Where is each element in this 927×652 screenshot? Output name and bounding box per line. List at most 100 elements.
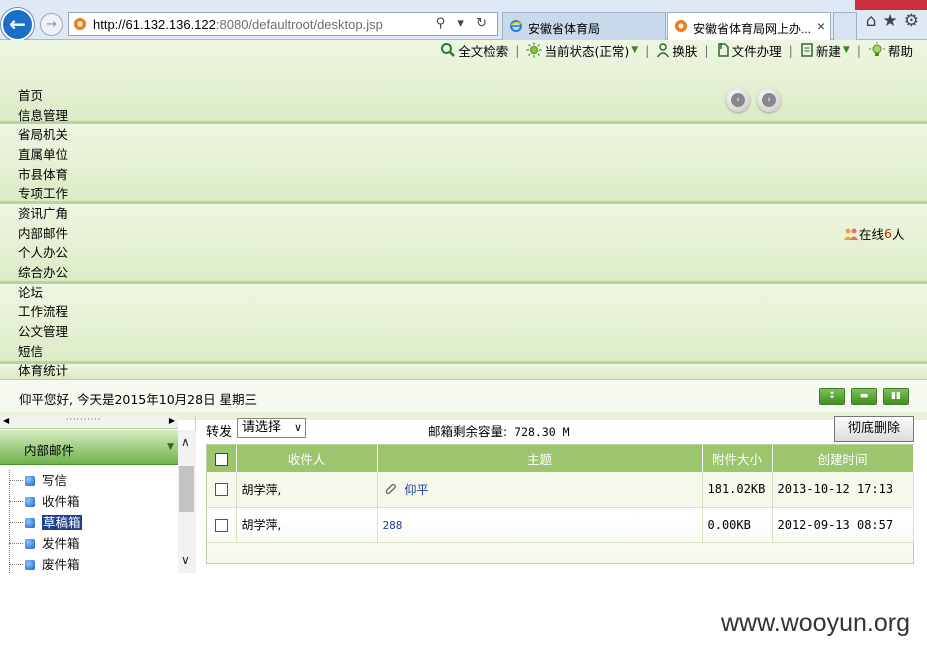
url-text[interactable]: http://61.132.136.122:8080/defaultroot/d… bbox=[93, 17, 383, 32]
created-cell: 2012-09-13 08:57 bbox=[772, 507, 914, 543]
left-tree-panel: ◀ ·········· ▶ 内部邮件 ▼ 写信 收件箱 草稿箱 发件箱 废件箱… bbox=[0, 415, 196, 573]
size-cell: 0.00KB bbox=[702, 507, 773, 543]
tree-item-sent[interactable]: 发件箱 bbox=[9, 533, 179, 554]
tab-close-icon[interactable]: × bbox=[817, 18, 825, 34]
next-slide-button[interactable]: › bbox=[757, 88, 781, 112]
tree-item-trash[interactable]: 废件箱 bbox=[9, 554, 179, 575]
mail-list: 收件人 主题 附件大小 创建时间 胡学萍, 仰平 181.02KB 2013-1… bbox=[206, 444, 914, 564]
folder-bullet-icon bbox=[25, 518, 35, 528]
nav-item-city-county-sports[interactable]: 市县体育 bbox=[18, 165, 138, 185]
module-header-internal-mail[interactable]: 内部邮件 ▼ bbox=[0, 430, 178, 465]
ie-logo-icon bbox=[510, 20, 523, 32]
browser-tab-2-active[interactable]: 安徽省体育局网上办... × bbox=[667, 12, 831, 40]
row-checkbox[interactable] bbox=[214, 483, 228, 497]
site-favicon-icon bbox=[74, 18, 86, 30]
nav-item-provincial-bureau[interactable]: 省局机关 bbox=[18, 125, 138, 145]
url-path: :8080/defaultroot/desktop.jsp bbox=[215, 17, 383, 32]
nav-item-forum[interactable]: 论坛 bbox=[18, 283, 138, 303]
forward-label: 转发 bbox=[206, 425, 233, 440]
main-nav-menu: 首页 信息管理 省局机关 直属单位 市县体育 专项工作 资讯广角 内部邮件 个人… bbox=[18, 86, 138, 381]
change-skin-link[interactable]: 换肤 bbox=[656, 41, 697, 60]
column-header-subject[interactable]: 主题 bbox=[377, 445, 703, 472]
folder-bullet-icon bbox=[25, 539, 35, 549]
chevron-down-icon: ▼ bbox=[167, 442, 174, 452]
select-all-checkbox[interactable] bbox=[214, 453, 228, 466]
collapse-left-icon[interactable]: ◀ bbox=[3, 416, 9, 425]
forward-button[interactable]: → bbox=[40, 13, 63, 36]
column-header-attachment-size[interactable]: 附件大小 bbox=[702, 445, 773, 472]
panel-maximize-button[interactable]: ▬ bbox=[851, 388, 877, 405]
new-item-dropdown[interactable]: 新建 ▼ bbox=[800, 41, 850, 60]
home-favorites-settings-icons[interactable]: ⌂★⚙ bbox=[866, 11, 925, 31]
top-toolbar: 全文检索 | 当前状态(正常) ▼ | 换肤 | 文件办理 | 新建 ▼ | 帮… bbox=[440, 40, 913, 60]
nav-band-4 bbox=[0, 284, 927, 364]
toolbar-label: 全文检索 bbox=[458, 43, 509, 59]
nav-item-workflow[interactable]: 工作流程 bbox=[18, 302, 138, 322]
nav-item-sports-statistics[interactable]: 体育统计 bbox=[18, 361, 138, 381]
online-users[interactable]: 在线 6 人 bbox=[843, 224, 904, 243]
back-button[interactable]: ← bbox=[1, 8, 34, 41]
forward-select[interactable]: 请选择 ∨ bbox=[237, 418, 306, 438]
tree-scrollbar[interactable]: ∧ ∨ bbox=[178, 430, 196, 573]
fulltext-search-link[interactable]: 全文检索 bbox=[440, 41, 508, 60]
row-select-cell bbox=[207, 507, 237, 543]
size-cell: 181.02KB bbox=[702, 472, 773, 508]
back-arrow-icon: ← bbox=[9, 12, 26, 36]
subject-link[interactable]: 仰平 bbox=[405, 483, 429, 497]
online-prefix: 在线 bbox=[859, 227, 885, 242]
nav-item-info-management[interactable]: 信息管理 bbox=[18, 106, 138, 126]
forward-arrow-icon: → bbox=[46, 17, 57, 32]
tree-item-drafts[interactable]: 草稿箱 bbox=[9, 512, 179, 533]
nav-band-3 bbox=[0, 204, 927, 284]
folder-bullet-icon bbox=[25, 560, 35, 570]
scroll-up-icon[interactable]: ∧ bbox=[181, 435, 190, 449]
nav-item-general-office[interactable]: 综合办公 bbox=[18, 263, 138, 283]
current-status-dropdown[interactable]: 当前状态(正常) ▼ bbox=[526, 41, 638, 60]
collapse-right-icon[interactable]: ▶ bbox=[169, 416, 175, 425]
recipient-cell: 胡学萍, bbox=[236, 472, 378, 508]
titlebar-strip bbox=[855, 0, 927, 10]
panel-toggle-button[interactable]: ↕ bbox=[819, 388, 845, 405]
capacity-value: 728.30 M bbox=[514, 425, 570, 439]
folder-bullet-icon bbox=[25, 497, 35, 507]
scroll-down-icon[interactable]: ∨ bbox=[181, 553, 190, 567]
nav-item-affiliated-units[interactable]: 直属单位 bbox=[18, 145, 138, 165]
row-select-cell bbox=[207, 472, 237, 508]
toolbar-separator: | bbox=[704, 42, 709, 58]
prev-slide-button[interactable]: ‹ bbox=[726, 88, 750, 112]
nav-item-document-management[interactable]: 公文管理 bbox=[18, 322, 138, 342]
nav-item-news[interactable]: 资讯广角 bbox=[18, 204, 138, 224]
table-row[interactable]: 胡学萍, 仰平 181.02KB 2013-10-12 17:13 bbox=[207, 472, 914, 508]
nav-item-home[interactable]: 首页 bbox=[18, 86, 138, 106]
nav-item-special-work[interactable]: 专项工作 bbox=[18, 184, 138, 204]
drag-handle[interactable]: ·········· bbox=[66, 415, 101, 424]
tree-item-inbox[interactable]: 收件箱 bbox=[9, 491, 179, 512]
address-bar[interactable]: http://61.132.136.122:8080/defaultroot/d… bbox=[68, 12, 498, 36]
select-all-cell bbox=[207, 445, 237, 472]
scroll-thumb[interactable] bbox=[179, 466, 194, 512]
browser-tab-1[interactable]: 安徽省体育局 bbox=[502, 12, 666, 40]
column-header-recipient[interactable]: 收件人 bbox=[236, 445, 378, 472]
table-row[interactable]: 胡学萍, 288 0.00KB 2012-09-13 08:57 bbox=[207, 507, 914, 543]
new-tab-button[interactable] bbox=[833, 12, 857, 40]
url-host: http://61.132.136.122 bbox=[93, 17, 216, 32]
column-header-created-time[interactable]: 创建时间 bbox=[772, 445, 914, 472]
nav-item-personal-office[interactable]: 个人办公 bbox=[18, 243, 138, 263]
search-refresh-icons[interactable]: ⚲ ▾ ↻ bbox=[436, 16, 491, 31]
nav-band-2 bbox=[0, 124, 927, 204]
chevron-right-icon: › bbox=[762, 93, 776, 107]
help-link[interactable]: 帮助 bbox=[868, 41, 913, 60]
subject-cell: 仰平 bbox=[377, 472, 703, 508]
online-suffix: 人 bbox=[891, 227, 905, 242]
subject-link[interactable]: 288 bbox=[383, 519, 403, 532]
tree-item-compose[interactable]: 写信 bbox=[9, 470, 179, 491]
row-checkbox[interactable] bbox=[214, 518, 228, 532]
toolbar-label: 当前状态(正常) bbox=[544, 43, 630, 59]
panel-controls: ↕ ▬ ▮▮ bbox=[819, 388, 909, 405]
nav-item-sms[interactable]: 短信 bbox=[18, 342, 138, 362]
nav-item-internal-mail[interactable]: 内部邮件 bbox=[18, 224, 138, 244]
permanent-delete-button[interactable]: 彻底删除 bbox=[834, 416, 914, 442]
file-processing-link[interactable]: 文件办理 bbox=[716, 41, 782, 60]
folder-bullet-icon bbox=[25, 476, 35, 486]
panel-split-button[interactable]: ▮▮ bbox=[883, 388, 909, 405]
